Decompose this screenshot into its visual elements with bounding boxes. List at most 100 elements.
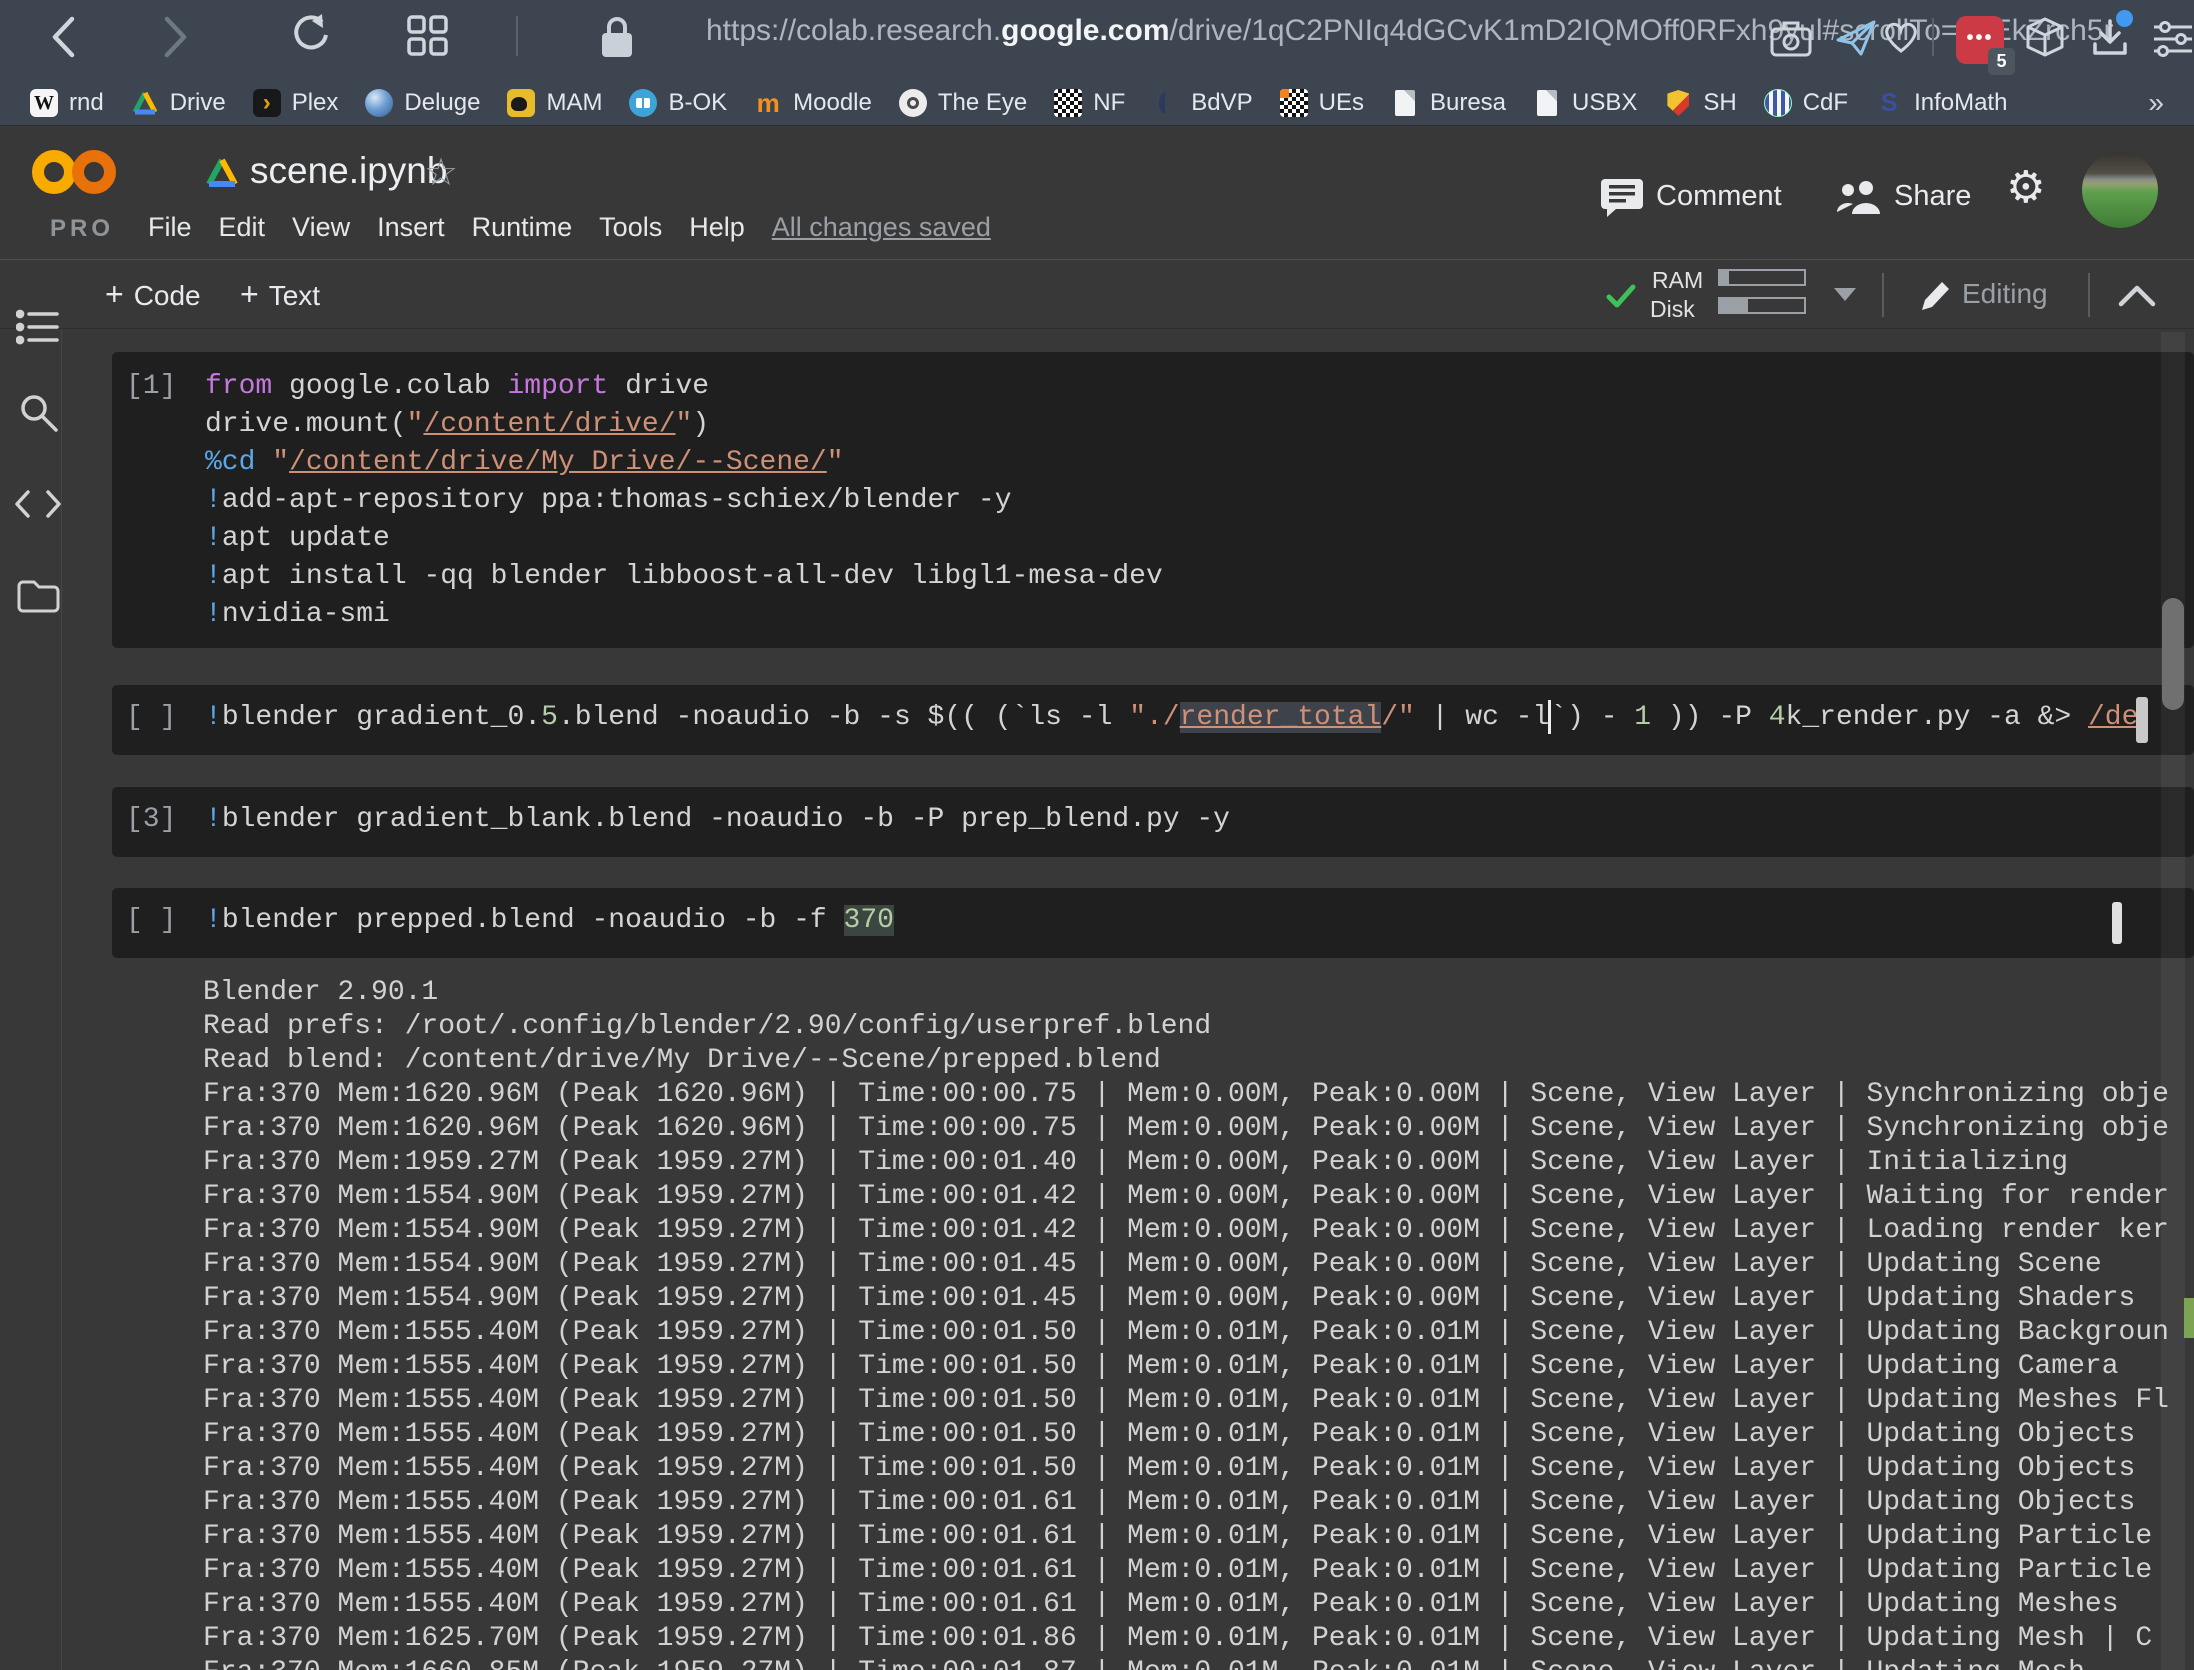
menu-runtime[interactable]: Runtime <box>472 212 573 243</box>
menu-file[interactable]: File <box>148 212 192 243</box>
share-button[interactable]: Share <box>1894 180 1971 213</box>
add-code-button[interactable]: +Code <box>105 276 201 313</box>
bookmark-label: UEs <box>1319 89 1364 117</box>
code-cell-3[interactable]: [3] !blender gradient_blank.blend -noaud… <box>112 787 2194 857</box>
bookmark-label: USBX <box>1572 89 1637 117</box>
bookmark-cdf[interactable]: CdF <box>1764 89 1848 117</box>
bookmarks-overflow-icon[interactable]: » <box>2148 87 2164 119</box>
ram-usage-bar[interactable] <box>1718 269 1806 286</box>
code-editor[interactable]: !blender gradient_blank.blend -noaudio -… <box>205 801 2194 839</box>
colab-logo-right-ring <box>72 150 116 194</box>
comment-icon[interactable] <box>1600 176 1644 218</box>
output-line: Blender 2.90.1 <box>203 976 2194 1010</box>
bookmarks-bar: Wrnd Drive ›Plex Deluge MAM B-OK mMoodle The Ey… <box>0 80 2194 126</box>
table-of-contents-icon[interactable] <box>16 308 60 346</box>
disk-label: Disk <box>1650 296 1695 323</box>
bookmark-label: MAM <box>546 89 602 117</box>
code-cell-4[interactable]: [ ] !blender prepped.blend -noaudio -b -… <box>112 888 2194 958</box>
drive-favicon-icon <box>131 89 159 117</box>
bookmark-the-eye[interactable]: The Eye <box>899 89 1027 117</box>
notebook-toolbar: +Code +Text RAM Disk Editing <box>0 259 2194 329</box>
bookmark-plex[interactable]: ›Plex <box>253 89 339 117</box>
bookmark-infomath[interactable]: SInfoMath <box>1875 89 2007 117</box>
bookmark-label: Moodle <box>793 89 872 117</box>
code-editor[interactable]: from google.colab import drivedrive.moun… <box>205 368 2194 634</box>
menu-tools[interactable]: Tools <box>599 212 662 243</box>
cell-scrollbar[interactable] <box>2112 902 2122 944</box>
code-editor[interactable]: !blender gradient_0.5.blend -noaudio -b … <box>205 699 2194 737</box>
bookmark-moodle[interactable]: mMoodle <box>754 89 872 117</box>
scrollbar-track[interactable] <box>2161 332 2185 1670</box>
code-snippets-icon[interactable] <box>14 488 62 520</box>
bookmark-ues[interactable]: UEs <box>1280 89 1364 117</box>
tab-overview-icon[interactable] <box>406 14 450 58</box>
bookmark-label: B-OK <box>668 89 727 117</box>
nf-favicon-icon <box>1054 89 1082 117</box>
collapse-toolbar-icon[interactable] <box>2118 284 2156 308</box>
bookmark-deluge[interactable]: Deluge <box>365 89 480 117</box>
bookmark-label: SH <box>1703 89 1736 117</box>
save-status[interactable]: All changes saved <box>772 212 991 243</box>
bookmark-mam[interactable]: MAM <box>507 89 602 117</box>
bookmark-label: InfoMath <box>1914 89 2007 117</box>
execution-count[interactable]: [ ] <box>126 699 206 737</box>
output-line: Fra:370 Mem:1555.40M (Peak 1959.27M) | T… <box>203 1418 2194 1452</box>
bookmark-drive[interactable]: Drive <box>131 89 226 117</box>
colab-logo-left-ring <box>32 150 76 194</box>
bookmark-nf[interactable]: NF <box>1054 89 1125 117</box>
files-folder-icon[interactable] <box>16 578 60 614</box>
output-line: Fra:370 Mem:1555.40M (Peak 1959.27M) | T… <box>203 1316 2194 1350</box>
screenshot-camera-icon[interactable] <box>1770 20 1812 58</box>
output-line: Fra:370 Mem:1555.40M (Peak 1959.27M) | T… <box>203 1588 2194 1622</box>
output-line: Fra:370 Mem:1554.90M (Peak 1959.27M) | T… <box>203 1248 2194 1282</box>
execution-count[interactable]: [1] <box>126 368 206 406</box>
bookmark-bdvp[interactable]: BdVP <box>1152 89 1252 117</box>
share-icon[interactable] <box>1836 178 1884 216</box>
star-icon[interactable]: ☆ <box>424 150 458 194</box>
menu-edit[interactable]: Edit <box>219 212 266 243</box>
reload-icon[interactable] <box>286 12 332 58</box>
execution-count[interactable]: [3] <box>126 801 206 839</box>
code-editor[interactable]: !blender prepped.blend -noaudio -b -f 37… <box>205 902 2194 940</box>
lock-icon <box>598 10 636 60</box>
code-line: !blender prepped.blend -noaudio -b -f 37… <box>205 902 2194 940</box>
bookmark-sh[interactable]: SH <box>1664 89 1736 117</box>
menu-insert[interactable]: Insert <box>377 212 445 243</box>
extensions-cube-icon[interactable] <box>2024 16 2068 60</box>
heart-icon[interactable] <box>1882 18 1922 56</box>
search-icon[interactable] <box>18 392 60 434</box>
output-line: Fra:370 Mem:1620.96M (Peak 1620.96M) | T… <box>203 1112 2194 1146</box>
code-line: from google.colab import drive <box>205 368 2194 406</box>
send-icon[interactable] <box>1836 18 1878 58</box>
screen: https://colab.research.google.com/drive/… <box>0 0 2194 1670</box>
bookmark-usbx[interactable]: USBX <box>1533 89 1637 117</box>
disk-usage-bar[interactable] <box>1718 297 1806 314</box>
menu-help[interactable]: Help <box>689 212 745 243</box>
user-avatar[interactable] <box>2082 152 2158 228</box>
code-cell-1[interactable]: [1] from google.colab import drivedrive.… <box>112 352 2194 648</box>
execution-count[interactable]: [ ] <box>126 902 206 940</box>
left-sidebar <box>0 330 62 1670</box>
bookmark-rnd[interactable]: Wrnd <box>30 89 104 117</box>
wikipedia-favicon-icon: W <box>30 89 58 117</box>
scrollbar-thumb[interactable] <box>2162 598 2184 710</box>
comment-button[interactable]: Comment <box>1656 180 1782 213</box>
cell-scrollbar[interactable] <box>2136 697 2148 743</box>
forward-icon[interactable] <box>160 14 190 60</box>
code-cell-2[interactable]: [ ] !blender gradient_0.5.blend -noaudio… <box>112 685 2194 755</box>
url-scheme: https://colab.research. <box>706 14 1001 47</box>
bookmark-buresa[interactable]: Buresa <box>1391 89 1506 117</box>
editing-mode-button[interactable]: Editing <box>1962 278 2048 310</box>
settings-sliders-icon[interactable] <box>2152 20 2194 58</box>
output-line: Fra:370 Mem:1620.96M (Peak 1620.96M) | T… <box>203 1078 2194 1112</box>
add-text-button[interactable]: +Text <box>240 276 320 313</box>
back-icon[interactable] <box>48 14 78 60</box>
menu-view[interactable]: View <box>292 212 350 243</box>
eye-favicon-icon <box>899 89 927 117</box>
bookmark-b-ok[interactable]: B-OK <box>629 89 727 117</box>
notebook-title[interactable]: scene.ipynb <box>250 150 447 192</box>
code-line: !nvidia-smi <box>205 596 2194 634</box>
toolbar-separator <box>1882 273 1884 317</box>
resources-dropdown-caret[interactable] <box>1834 288 1856 301</box>
settings-gear-icon[interactable]: ⚙ <box>2006 162 2045 213</box>
